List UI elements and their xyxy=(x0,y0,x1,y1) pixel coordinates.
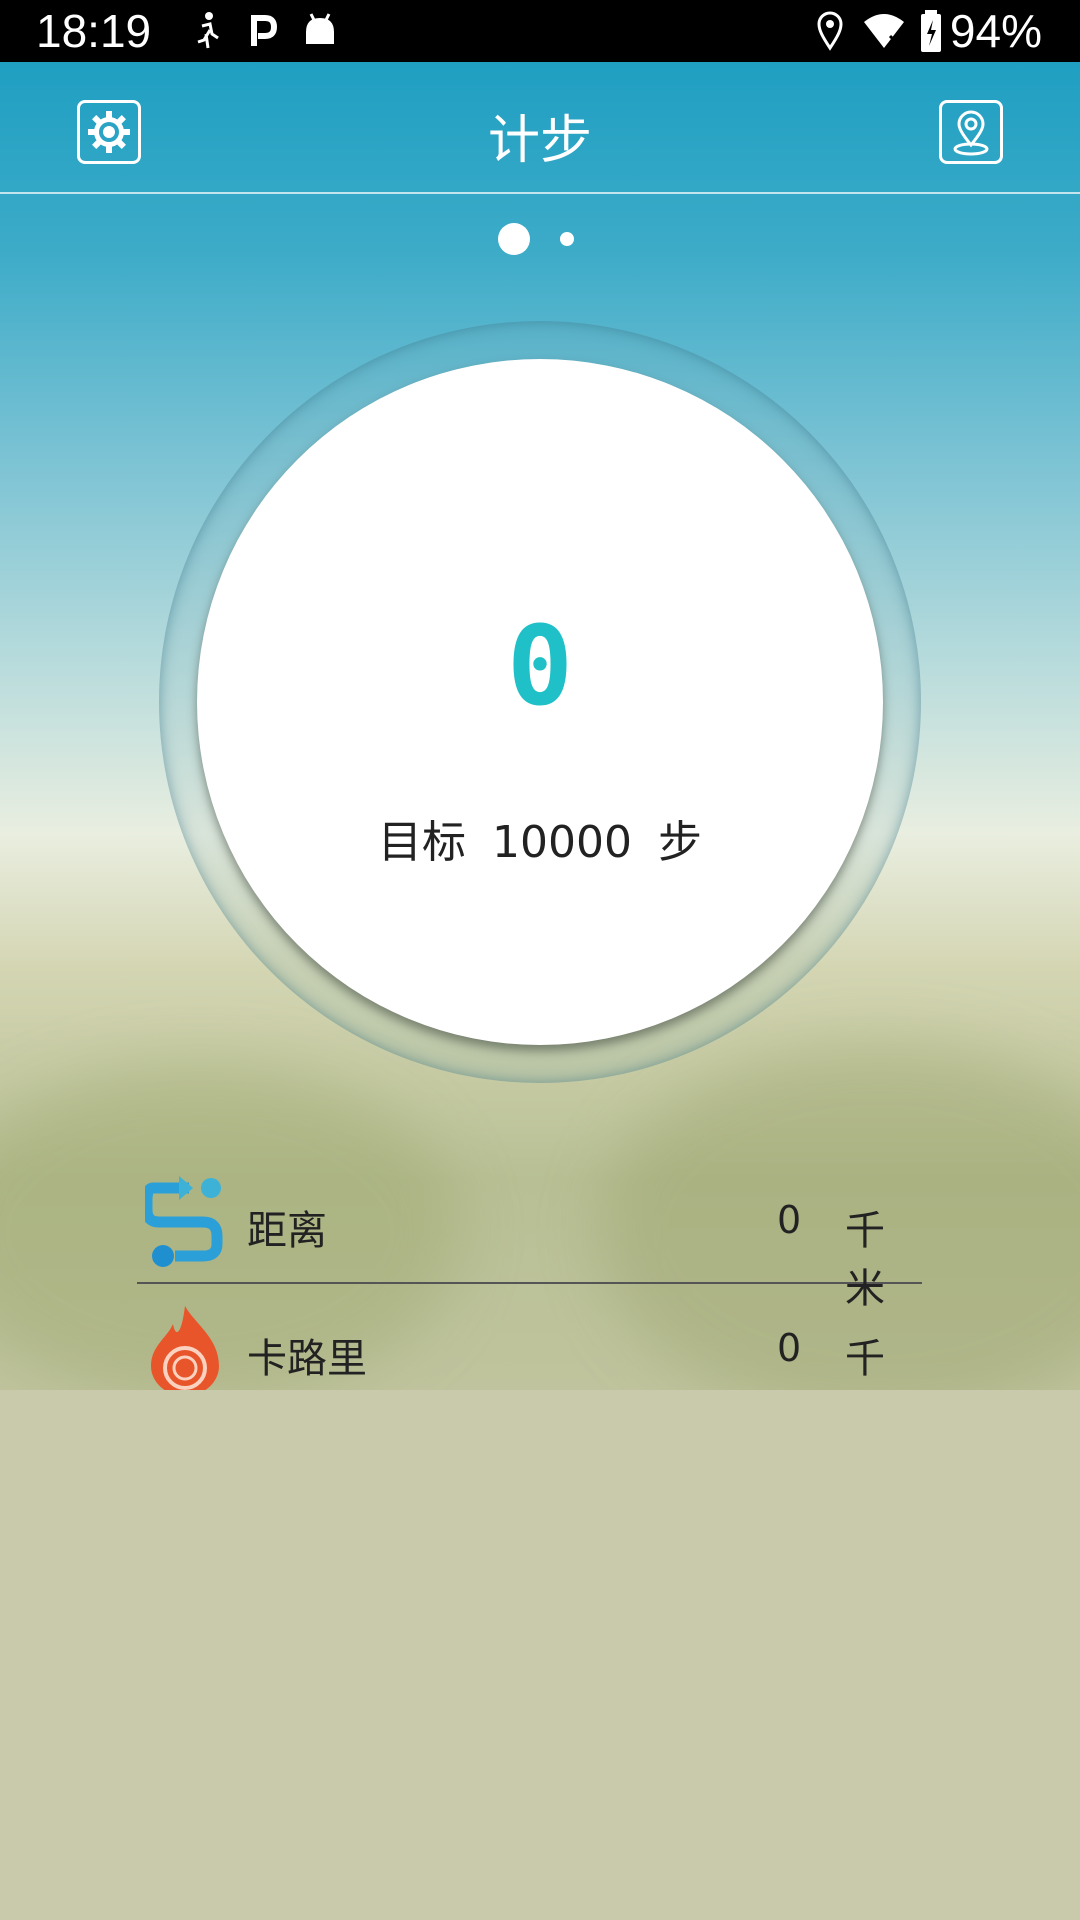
step-count: 0 xyxy=(506,602,574,730)
parking-p-icon xyxy=(251,15,278,46)
wifi-icon xyxy=(864,14,904,48)
distance-label: 距离 xyxy=(247,1208,327,1254)
battery-charging-icon xyxy=(921,10,941,52)
running-person-icon xyxy=(197,12,219,49)
page-title: 计步 xyxy=(487,111,592,171)
calorie-value: 0 xyxy=(777,1326,802,1370)
calorie-unit: 千卡 xyxy=(845,1336,885,1382)
status-bar: 18:19 94% xyxy=(0,0,1080,62)
calorie-label: 卡路里 xyxy=(247,1336,367,1382)
goal-text: 目标 10000 步 xyxy=(0,806,1080,870)
status-time: 18:19 xyxy=(36,5,152,57)
distance-value: 0 xyxy=(777,1198,802,1242)
android-icon xyxy=(306,13,334,44)
battery-percent: 94% xyxy=(949,5,1042,57)
empty-bottom-area xyxy=(0,1390,1080,1920)
goal-value: 10000 xyxy=(492,817,632,868)
distance-route-icon xyxy=(145,1176,223,1267)
goal-label: 目标 xyxy=(378,817,466,868)
location-marker-icon xyxy=(953,110,989,156)
location-button[interactable] xyxy=(939,100,1003,164)
page-indicator-inactive[interactable] xyxy=(560,232,574,246)
pedometer-screen: 计步 0 目标 10000 步 距离 0 千米 卡路里 0 千 xyxy=(0,62,1080,1392)
goal-unit: 步 xyxy=(657,817,702,868)
page-indicator-active[interactable] xyxy=(498,223,530,255)
stat-row-distance: 距离 0 千米 xyxy=(137,1162,922,1312)
flame-calorie-icon xyxy=(151,1306,219,1392)
app-bar: 计步 xyxy=(0,62,1080,194)
location-pin-icon xyxy=(817,11,843,51)
stat-row-calories: 卡路里 0 千卡 xyxy=(137,1290,922,1392)
